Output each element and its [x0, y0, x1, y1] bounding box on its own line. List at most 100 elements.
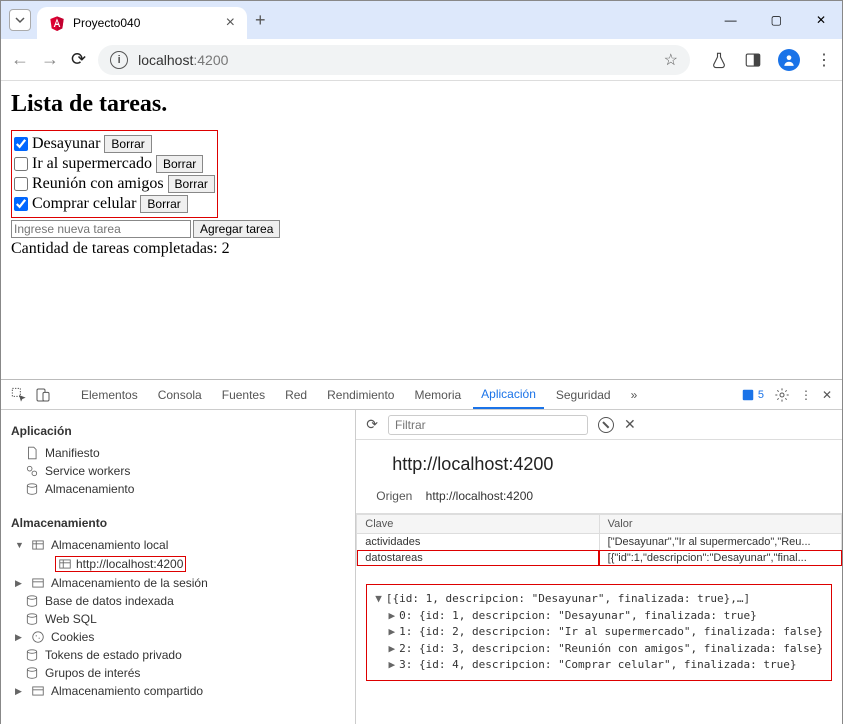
database-icon [25, 482, 39, 496]
new-tab-button[interactable]: + [255, 10, 266, 31]
sidebar-item-manifest[interactable]: Manifiesto [11, 444, 345, 462]
clear-icon[interactable] [598, 417, 614, 433]
new-task-input[interactable] [11, 220, 191, 238]
task-label: Ir al supermercado [32, 155, 152, 173]
browser-tab-strip: Proyecto040 × + — ▢ ✕ [1, 1, 842, 39]
refresh-icon[interactable]: ⟳ [366, 416, 378, 433]
url-field[interactable]: i localhost:4200 ☆ [98, 45, 690, 75]
col-key[interactable]: Clave [357, 515, 599, 534]
sidebar-item-websql[interactable]: Web SQL [11, 610, 345, 628]
sidebar-item-indexeddb[interactable]: Base de datos indexada [11, 592, 345, 610]
issue-icon [741, 388, 755, 402]
angular-icon [49, 15, 65, 31]
preview-line[interactable]: ▶3: {id: 4, descripcion: "Comprar celula… [375, 657, 823, 674]
devtools-tab-memory[interactable]: Memoria [406, 382, 469, 408]
sidebar-item-private-state-tokens[interactable]: Tokens de estado privado [11, 646, 345, 664]
devtools-tab-application[interactable]: Aplicación [473, 381, 544, 409]
task-row: Desayunar Borrar [14, 135, 215, 153]
sidebar-item-shared-storage[interactable]: ▶ Almacenamiento compartido [11, 682, 345, 700]
application-main: ⟳ ✕ http://localhost:4200 Origen http://… [356, 410, 842, 724]
delete-button[interactable]: Borrar [104, 135, 151, 153]
delete-button[interactable]: Borrar [156, 155, 203, 173]
window-controls: — ▢ ✕ [717, 9, 834, 31]
reload-button[interactable]: ⟳ [71, 49, 86, 70]
database-icon [25, 666, 39, 680]
tab-title: Proyecto040 [73, 16, 218, 30]
toolbar-icons: ⋮ [710, 49, 832, 71]
chevron-right-icon: ▶ [15, 578, 25, 589]
delete-button[interactable]: Borrar [168, 175, 215, 193]
preview-line[interactable]: ▶1: {id: 2, descripcion: "Ir al supermer… [375, 624, 823, 641]
minimize-button[interactable]: — [717, 9, 745, 31]
maximize-button[interactable]: ▢ [763, 9, 790, 31]
preview-line[interactable]: ▶0: {id: 1, descripcion: "Desayunar", fi… [375, 608, 823, 625]
table-icon [31, 684, 45, 698]
bookmark-star-icon[interactable]: ☆ [664, 50, 678, 70]
page-heading: Lista de tareas. [11, 91, 832, 118]
devtools-tab-console[interactable]: Consola [150, 382, 210, 408]
devtools-tab-network[interactable]: Red [277, 382, 315, 408]
value-preview: ▼[{id: 1, descripcion: "Desayunar", fina… [366, 584, 832, 681]
back-button[interactable]: ← [11, 49, 29, 70]
settings-icon[interactable] [774, 387, 790, 403]
task-row: Reunión con amigos Borrar [14, 175, 215, 193]
browser-tab[interactable]: Proyecto040 × [37, 7, 247, 39]
task-row: Comprar celular Borrar [14, 195, 215, 213]
tab-list-dropdown[interactable] [9, 9, 31, 31]
devtools-tab-security[interactable]: Seguridad [548, 382, 619, 408]
forward-button[interactable]: → [41, 49, 59, 70]
application-sidebar: Aplicación Manifiesto Service workers Al… [1, 410, 356, 724]
sidebar-item-cookies[interactable]: ▶ Cookies [11, 628, 345, 646]
devtools-menu-icon[interactable]: ⋮ [800, 388, 812, 402]
file-icon [25, 446, 39, 460]
devtools-tab-performance[interactable]: Rendimiento [319, 382, 402, 408]
close-window-button[interactable]: ✕ [808, 9, 834, 31]
storage-table: Clave Valor actividades ["Desayunar","Ir… [356, 514, 842, 566]
storage-toolbar: ⟳ ✕ [356, 410, 842, 440]
storage-row-selected[interactable]: datostareas [{"id":1,"descripcion":"Desa… [357, 550, 842, 566]
panel-icon[interactable] [744, 51, 762, 69]
delete-entry-icon[interactable]: ✕ [624, 416, 636, 433]
tab-close-icon[interactable]: × [226, 14, 235, 32]
profile-icon[interactable] [778, 49, 800, 71]
sidebar-item-session-storage[interactable]: ▶ Almacenamiento de la sesión [11, 574, 345, 592]
device-icon[interactable] [35, 387, 51, 403]
address-bar: ← → ⟳ i localhost:4200 ☆ ⋮ [1, 39, 842, 81]
sidebar-item-storage[interactable]: Almacenamiento [11, 480, 345, 498]
delete-button[interactable]: Borrar [140, 195, 187, 213]
task-checkbox[interactable] [14, 157, 28, 171]
sidebar-section-storage: Almacenamiento [11, 516, 345, 530]
task-checkbox[interactable] [14, 137, 28, 151]
sidebar-item-local-storage-origin[interactable]: http://localhost:4200 [11, 554, 345, 574]
table-icon [58, 557, 72, 571]
filter-input[interactable] [388, 415, 588, 435]
gears-icon [25, 464, 39, 478]
task-checkbox[interactable] [14, 197, 28, 211]
add-task-button[interactable]: Agregar tarea [193, 220, 280, 238]
table-icon [31, 538, 45, 552]
sidebar-item-service-workers[interactable]: Service workers [11, 462, 345, 480]
storage-origin-row: Origen http://localhost:4200 [356, 483, 842, 514]
preview-line[interactable]: ▶2: {id: 3, descripcion: "Reunión con am… [375, 641, 823, 658]
sidebar-item-local-storage[interactable]: ▼ Almacenamiento local [11, 536, 345, 554]
devtools-close-icon[interactable]: ✕ [822, 388, 832, 402]
inspect-icon[interactable] [11, 387, 27, 403]
flask-icon[interactable] [710, 51, 728, 69]
storage-row[interactable]: actividades ["Desayunar","Ir al supermer… [357, 534, 842, 551]
task-label: Desayunar [32, 135, 100, 153]
database-icon [25, 612, 39, 626]
table-icon [31, 576, 45, 590]
site-info-icon[interactable]: i [110, 51, 128, 69]
kebab-menu-icon[interactable]: ⋮ [816, 50, 832, 70]
task-label: Comprar celular [32, 195, 136, 213]
devtools-tab-more[interactable]: » [623, 382, 646, 408]
add-task-row: Agregar tarea [11, 220, 832, 238]
issues-badge[interactable]: 5 [741, 388, 764, 402]
task-checkbox[interactable] [14, 177, 28, 191]
col-value[interactable]: Valor [599, 515, 841, 534]
completed-count: Cantidad de tareas completadas: 2 [11, 240, 832, 258]
devtools-tab-elements[interactable]: Elementos [73, 382, 146, 408]
devtools-tab-sources[interactable]: Fuentes [214, 382, 273, 408]
preview-head[interactable]: ▼[{id: 1, descripcion: "Desayunar", fina… [375, 591, 823, 608]
sidebar-item-interest-groups[interactable]: Grupos de interés [11, 664, 345, 682]
